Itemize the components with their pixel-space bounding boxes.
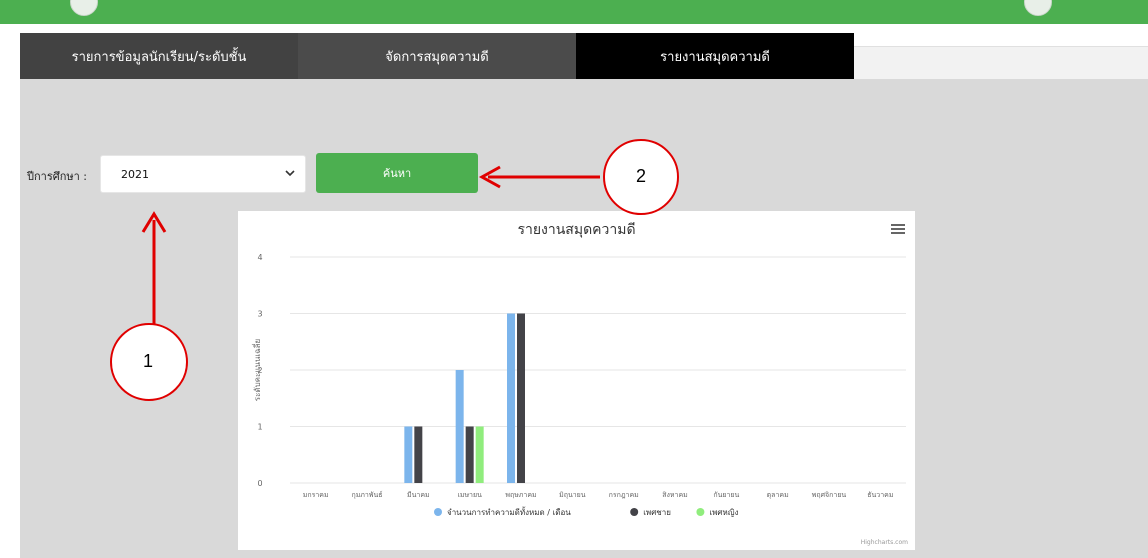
bar (507, 313, 515, 483)
x-tick-label: มกราคม (303, 491, 329, 499)
x-tick-label: มิถุนายน (559, 491, 586, 499)
y-tick-label: 3 (257, 310, 262, 319)
academic-year-label: ปีการศึกษา : (27, 170, 88, 183)
bar (455, 370, 464, 483)
chart-plot-area: 01234ระดับคะแนนเฉลี่ยมกราคม กุมภาพันธ์ มีน… (251, 253, 908, 546)
x-tick-label: ธันวาคม (867, 491, 893, 499)
academic-year-select[interactable]: 2021 (100, 155, 306, 193)
annotation-number-2: 2 (636, 166, 647, 186)
legend-label: จำนวนการทำความดีทั้งหมด / เดือน (447, 506, 571, 517)
search-button[interactable]: ค้นหา (316, 153, 478, 193)
x-tick-label: ตุลาคม (767, 491, 789, 499)
legend-marker (696, 508, 705, 516)
top-header-bar (0, 0, 1148, 24)
bar (465, 426, 474, 483)
x-tick-label: พฤษภาคม (505, 491, 536, 499)
y-tick-label: 4 (257, 253, 262, 262)
y-tick-label: 0 (257, 479, 262, 488)
annotation-number-1: 1 (143, 351, 154, 371)
bar (414, 426, 423, 483)
bar (404, 426, 413, 483)
bar (517, 313, 525, 483)
school-logo-icon (70, 0, 98, 16)
report-chart: รายงานสมุดความดี 0 1 2 3 4 ระดับคะแนนเฉลี่ย มก… (238, 211, 915, 550)
legend-marker (630, 508, 639, 516)
x-tick-label: กุมภาพันธ์ (351, 491, 382, 499)
tab-goodness-report[interactable]: รายงานสมุดความดี (576, 33, 854, 79)
x-tick-label: กันยายน (713, 491, 739, 499)
legend-label: เพศหญิง (709, 508, 738, 517)
x-tick-label: กรกฎาคม (609, 491, 639, 499)
legend-label: เพศชาย (643, 508, 671, 517)
user-avatar[interactable] (1024, 0, 1052, 16)
x-tick-label: มีนาคม (407, 491, 430, 499)
legend-marker (434, 508, 442, 516)
tab-manage-goodness-book[interactable]: จัดการสมุดความดี (298, 33, 576, 79)
chart-credit: Highcharts.com (861, 539, 908, 546)
chevron-down-icon (285, 170, 295, 177)
x-tick-label: เมษายน (457, 491, 482, 499)
y-axis-title: ระดับคะแนนเฉลี่ย (251, 339, 262, 401)
main-tabs: รายการข้อมูลนักเรียน/ระดับชั้น จัดการสมุ… (20, 33, 854, 79)
academic-year-value: 2021 (121, 168, 149, 181)
x-tick-label: สิงหาคม (662, 491, 688, 499)
x-tick-label: พฤศจิกายน (812, 491, 847, 499)
bar (475, 426, 484, 483)
tab-student-list[interactable]: รายการข้อมูลนักเรียน/ระดับชั้น (20, 33, 298, 79)
tab-bar-background (854, 46, 1148, 80)
y-tick-label: 1 (257, 423, 262, 432)
